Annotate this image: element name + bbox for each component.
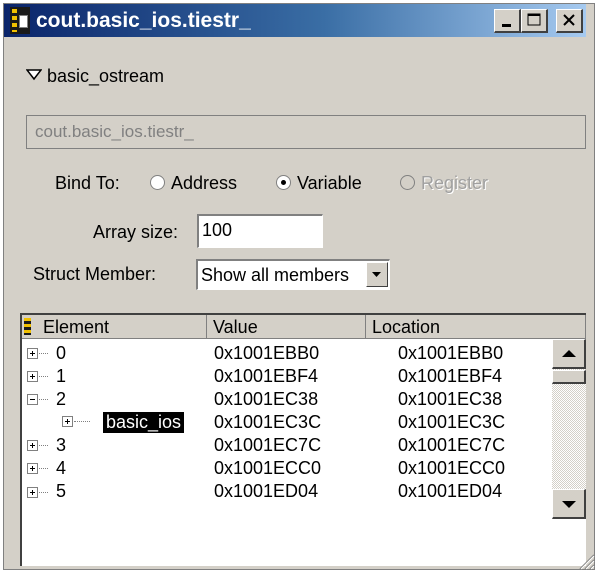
- cell-location: 0x1001ECC0: [398, 458, 506, 478]
- radio-register: [400, 175, 415, 190]
- array-size-input[interactable]: 100: [197, 214, 323, 248]
- expand-icon[interactable]: [27, 371, 38, 382]
- cell-location: 0x1001EBB0: [398, 343, 504, 363]
- close-button[interactable]: [556, 9, 583, 33]
- close-icon: [563, 14, 575, 26]
- chevron-down-icon: [372, 272, 381, 277]
- type-label: basic_ostream: [47, 66, 165, 86]
- scroll-down-button[interactable]: [552, 489, 586, 519]
- maximize-button[interactable]: [521, 9, 548, 33]
- minimize-button[interactable]: [494, 9, 521, 33]
- column-header-value[interactable]: Value: [207, 315, 366, 339]
- expression-field: cout.basic_ios.tiestr_: [26, 115, 586, 149]
- cell-value: 0x1001EC3C: [214, 412, 322, 432]
- cell-element: 2: [56, 389, 67, 409]
- bind-to-label: Bind To:: [55, 173, 120, 193]
- column-header-element[interactable]: Element: [22, 315, 207, 339]
- radio-variable[interactable]: [276, 175, 291, 190]
- cell-element: 0: [56, 343, 67, 363]
- cell-location: 0x1001EC7C: [398, 435, 506, 455]
- cell-value: 0x1001EBB0: [214, 343, 320, 363]
- radio-variable-label[interactable]: Variable: [297, 173, 362, 194]
- cell-value: 0x1001EC7C: [214, 435, 322, 455]
- cell-value: 0x1001EBF4: [214, 366, 319, 386]
- radio-register-label: Register: [421, 173, 489, 193]
- cell-element: 3: [56, 435, 67, 455]
- column-header-location[interactable]: Location: [366, 315, 586, 339]
- collapse-triangle-icon[interactable]: [26, 69, 42, 81]
- struct-member-label: Struct Member:: [33, 264, 157, 284]
- cell-location: 0x1001EC3C: [398, 412, 506, 432]
- resize-grip-icon[interactable]: [577, 552, 595, 570]
- arrow-up-icon: [562, 350, 576, 357]
- members-table[interactable]: Element Value Location 0 0x1001EBB0 0x10…: [20, 313, 586, 566]
- array-size-value: 100: [202, 220, 233, 240]
- expression-text: cout.basic_ios.tiestr_: [35, 122, 194, 141]
- window-title: cout.basic_ios.tiestr_: [36, 9, 251, 32]
- radio-address[interactable]: [150, 175, 165, 190]
- cell-value: 0x1001ED04: [214, 481, 319, 501]
- minimize-icon: [502, 24, 511, 27]
- collapse-icon[interactable]: [27, 394, 38, 405]
- expand-icon[interactable]: [27, 348, 38, 359]
- cell-element: basic_ios: [103, 412, 185, 433]
- dropdown-button[interactable]: [366, 262, 388, 287]
- cell-element: 4: [56, 458, 67, 478]
- expand-icon[interactable]: [62, 416, 73, 427]
- title-bar[interactable]: cout.basic_ios.tiestr_: [4, 4, 586, 37]
- scroll-thumb[interactable]: [552, 370, 586, 384]
- cell-element: 1: [56, 366, 67, 386]
- cell-location: 0x1001ED04: [398, 481, 503, 501]
- cell-value: 0x1001EC38: [214, 389, 319, 409]
- vertical-scrollbar[interactable]: [552, 339, 586, 519]
- struct-member-select[interactable]: Show all members: [196, 259, 390, 290]
- cell-value: 0x1001ECC0: [214, 458, 322, 478]
- scroll-up-button[interactable]: [552, 339, 586, 369]
- expand-icon[interactable]: [27, 487, 38, 498]
- cell-location: 0x1001EC38: [398, 389, 503, 409]
- column-marker-icon: [24, 318, 31, 335]
- cell-element: 5: [56, 481, 67, 501]
- expand-icon[interactable]: [27, 440, 38, 451]
- radio-address-label[interactable]: Address: [171, 173, 237, 194]
- array-size-label: Array size:: [93, 222, 179, 242]
- app-icon: [10, 7, 30, 34]
- maximize-icon: [527, 13, 541, 26]
- expand-icon[interactable]: [27, 463, 38, 474]
- cell-location: 0x1001EBF4: [398, 366, 503, 386]
- struct-member-value: Show all members: [201, 265, 350, 285]
- arrow-down-icon: [562, 501, 576, 508]
